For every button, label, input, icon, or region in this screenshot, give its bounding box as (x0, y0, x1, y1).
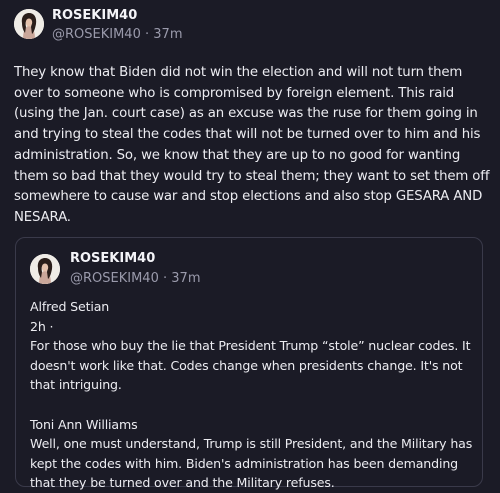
quoted-post-time[interactable]: 37m (171, 271, 200, 286)
quoted-author-avatar[interactable] (30, 254, 60, 284)
author-handle[interactable]: @ROSEKIM40 (52, 27, 141, 42)
quoted-post[interactable]: ROSEKIM40 @ROSEKIM40 · 37m Alfred Setian… (15, 237, 483, 490)
author-meta: @ROSEKIM40 · 37m (52, 27, 183, 42)
author-name[interactable]: ROSEKIM40 (52, 8, 137, 23)
quoted-line-name-1: Alfred Setian (30, 299, 110, 314)
quoted-author-meta: @ROSEKIM40 · 37m (70, 271, 201, 286)
profile-photo-icon (14, 9, 44, 39)
quoted-author-handle[interactable]: @ROSEKIM40 (70, 271, 159, 286)
author-avatar[interactable] (14, 9, 44, 39)
quoted-post-text: Alfred Setian 2h · For those who buy the… (30, 297, 480, 493)
quoted-profile-photo-icon (30, 254, 60, 284)
quoted-author-name[interactable]: ROSEKIM40 (70, 251, 155, 266)
post-text: They know that Biden did not win the ele… (14, 65, 490, 225)
quoted-line-name-2: Toni Ann Williams (30, 416, 138, 432)
quoted-line-message-2: Well, one must understand, Trump is stil… (30, 436, 473, 491)
meta-separator: · (145, 27, 150, 42)
post-card: ROSEKIM40 @ROSEKIM40 · 37m They know tha… (0, 0, 500, 492)
quoted-line-message-1: For those who buy the lie that President… (30, 338, 471, 393)
post-time[interactable]: 37m (153, 27, 182, 42)
quoted-meta-separator: · (163, 271, 168, 286)
quoted-line-time: 2h · (30, 318, 54, 334)
